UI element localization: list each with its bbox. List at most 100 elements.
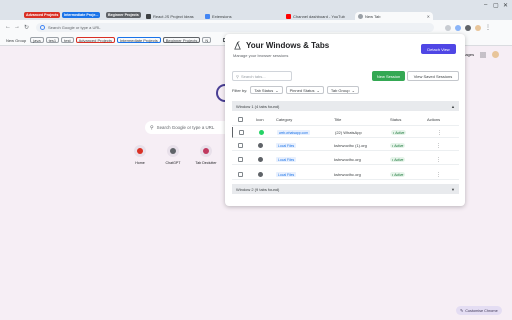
apps-grid-icon[interactable] (480, 51, 486, 58)
status-badge: • Active (390, 172, 406, 177)
shortcut-tab-declutter[interactable]: Tab Declutter (195, 145, 217, 165)
chevron-down-icon: ⌄ (351, 87, 355, 93)
ntp-search-box[interactable]: ⚲ Search Google or type a URL (145, 121, 235, 134)
row-actions-kebab-icon[interactable]: ⋮ (436, 169, 441, 180)
chevron-down-icon[interactable]: ▼ (451, 187, 455, 192)
globe-icon (258, 143, 263, 148)
address-bar[interactable]: Search Google or type a URL (36, 23, 434, 32)
tab-youtube[interactable]: Channel dashboard - YouTub (283, 12, 353, 20)
select-value: Pinned Status (289, 87, 315, 93)
select-value: Tab Group (330, 87, 350, 93)
search-placeholder: Search tabs... (240, 73, 266, 79)
row-checkbox[interactable] (238, 172, 243, 177)
tab-new-tab[interactable]: New Tab ✕ (355, 12, 433, 20)
category-badge: Local Files (276, 172, 297, 177)
pinned-status-select[interactable]: Pinned Status ⌄ (285, 86, 324, 94)
youtube-icon (286, 13, 291, 19)
row-checkbox[interactable] (239, 130, 244, 135)
column-header: Category (276, 117, 293, 122)
chevron-down-icon: ⌄ (275, 87, 279, 93)
table-row[interactable]: Local Files kshrwocthc.org • Active ⋮ (232, 169, 459, 180)
dot-icon: • (392, 172, 394, 177)
tab-extensions[interactable]: Extensions (202, 12, 280, 20)
window-2-header[interactable]: Window 2 (9 tabs found) ▼ (232, 184, 459, 194)
detach-view-button[interactable]: Detach View (421, 44, 456, 54)
page-icon (146, 13, 151, 19)
netflix-icon (137, 148, 143, 154)
minimize-icon[interactable]: – (484, 2, 487, 8)
bookmark-n[interactable]: N (202, 37, 212, 43)
bookmark-advanced-projects[interactable]: Advanced Projects (75, 37, 115, 43)
status-text: Active (394, 143, 404, 148)
extensions-puzzle-icon[interactable] (455, 24, 461, 31)
bookmark-test[interactable]: test (61, 37, 74, 43)
puzzle-icon (205, 13, 210, 19)
reload-icon[interactable]: ↻ (24, 24, 29, 31)
table-row[interactable]: Local Files kshrwocthc.org • Active ⋮ (232, 154, 459, 165)
window-1-header[interactable]: Window 1 (4 tabs found) ▲ (232, 101, 459, 111)
bookmark-beginner-projects[interactable]: Beginner Projects (162, 37, 201, 43)
chevron-up-icon[interactable]: ▲ (451, 104, 455, 109)
table-header: Icon Category Title Status Actions (232, 114, 459, 126)
select-all-checkbox[interactable] (238, 117, 243, 122)
shortcut-label: Home (135, 161, 145, 165)
row-actions-kebab-icon[interactable]: ⋮ (436, 140, 441, 151)
tab-strip: Advanced Projects Intermediate Proje... … (0, 0, 512, 20)
tab-title: React JS Project Ideas (153, 13, 194, 19)
row-checkbox[interactable] (238, 143, 243, 148)
tab-status-select[interactable]: Tab Status ⌄ (250, 86, 283, 94)
avatar[interactable] (475, 24, 481, 31)
column-header: Status (390, 117, 402, 122)
search-icon: ⚲ (236, 73, 239, 79)
tab-group-beginner[interactable]: Beginner Projects (106, 12, 141, 18)
row-actions-kebab-icon[interactable]: ⋮ (436, 154, 441, 165)
back-icon[interactable]: ← (5, 24, 11, 30)
status-badge: • Active (390, 157, 406, 162)
tab-group-intermediate[interactable]: Intermediate Proje... (62, 12, 101, 18)
tab-group-select[interactable]: Tab Group ⌄ (326, 86, 359, 94)
table-row[interactable]: web.whatsapp.com (22) WhatsApp • Active ⋮ (232, 127, 459, 138)
column-header: Icon (256, 117, 264, 122)
close-icon[interactable]: ✕ (427, 14, 430, 19)
row-actions-kebab-icon[interactable]: ⋮ (437, 127, 442, 138)
window-close-icon[interactable]: ✕ (503, 2, 508, 9)
profile-avatar[interactable] (492, 51, 500, 58)
google-g-icon (40, 25, 45, 30)
chevron-down-icon: ⌄ (316, 87, 320, 93)
tab-react-ideas[interactable]: React JS Project Ideas (143, 12, 200, 20)
bookmark-intermediate-projects[interactable]: Intermediate Projects (116, 37, 161, 43)
search-icon: ⚲ (150, 124, 154, 131)
shortcut-chatgpt[interactable]: ChatGPT (162, 145, 184, 165)
shortcut-home[interactable]: Home (129, 145, 151, 165)
tab-search-input[interactable]: ⚲ Search tabs... (232, 71, 292, 81)
new-session-button[interactable]: New Session (372, 71, 405, 81)
table-row[interactable]: Local Files kshrwocthc (1).org • Active ⋮ (232, 140, 459, 151)
tab-declutter-extension-icon[interactable] (465, 24, 471, 31)
forward-icon[interactable]: → (14, 24, 20, 30)
customize-chrome-button[interactable]: ✎ Customise Chrome (456, 306, 502, 315)
tab-group-advanced[interactable]: Advanced Projects (24, 12, 61, 18)
shortcut-label: ChatGPT (165, 161, 181, 165)
tab-title-cell: (22) WhatsApp (335, 130, 362, 135)
status-text: Active (394, 172, 404, 177)
extension-icon[interactable] (445, 24, 451, 31)
whatsapp-icon (259, 130, 264, 135)
bookmark-tes1[interactable]: tes1 (45, 37, 60, 43)
tab-title-cell: kshrwocthc (1).org (334, 143, 367, 148)
tab-title-cell: kshrwocthc.org (334, 172, 361, 177)
status-text: Active (394, 157, 404, 162)
window-label: Window 1 (4 tabs found) (236, 103, 280, 109)
address-placeholder: Search Google or type a URL (48, 25, 101, 30)
menu-kebab-icon[interactable]: ⋮ (485, 24, 491, 31)
view-saved-sessions-button[interactable]: View Saved Sessions (407, 71, 459, 81)
broom-icon (234, 41, 241, 50)
row-checkbox[interactable] (238, 157, 243, 162)
bookmark-new-group[interactable]: New Group (4, 37, 28, 43)
tab-declutter-icon (203, 148, 209, 154)
status-badge: • Active (391, 130, 407, 135)
filter-row: Filter by: Tab Status ⌄ Pinned Status ⌄ … (232, 86, 359, 94)
maximize-icon[interactable]: ▢ (493, 2, 499, 9)
tab-title: New Tab (365, 13, 381, 19)
bookmark-java[interactable]: java (30, 37, 44, 43)
tab-title: Channel dashboard - YouTub (293, 13, 345, 19)
